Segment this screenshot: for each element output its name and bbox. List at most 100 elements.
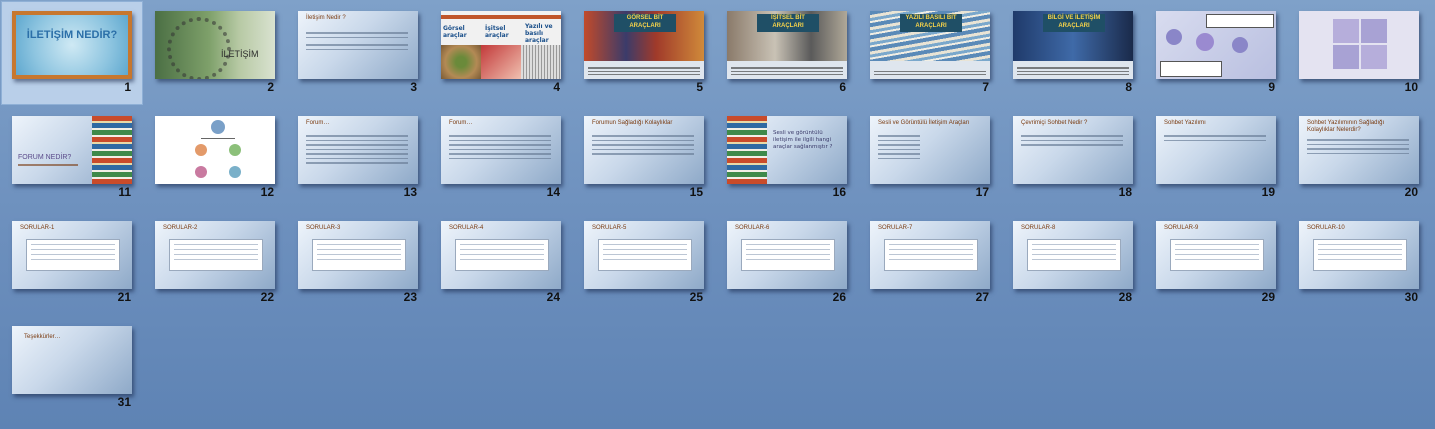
slide-thumbnail[interactable]: YAZILI BASILI BİT ARAÇLARI bbox=[870, 11, 990, 79]
slide-8[interactable]: BİLGİ VE İLETİŞİM ARAÇLARI 8 bbox=[1001, 0, 1144, 104]
quiz-box bbox=[1027, 239, 1121, 271]
slide-number: 18 bbox=[1118, 185, 1132, 199]
slide-number: 13 bbox=[403, 185, 417, 199]
slide-4[interactable]: Görsel araçlar İşitsel araçlar Yazılı ve… bbox=[429, 0, 572, 104]
slide-7[interactable]: YAZILI BASILI BİT ARAÇLARI 7 bbox=[858, 0, 1001, 104]
slide-15[interactable]: Forumun Sağladığı Kolaylıklar 15 bbox=[572, 105, 715, 209]
slide-number: 26 bbox=[832, 290, 846, 304]
slide-27[interactable]: SORULAR-7 27 bbox=[858, 210, 1001, 314]
slide-title: Forumun Sağladığı Kolaylıklar bbox=[592, 120, 673, 126]
text-lines bbox=[306, 29, 408, 53]
slide-thumbnail[interactable]: Sohbet Yazılımının Sağladığı Kolaylıklar… bbox=[1299, 116, 1419, 184]
slide-title: SORULAR-4 bbox=[449, 225, 484, 231]
slide-thumbnail[interactable]: SORULAR-5 bbox=[584, 221, 704, 289]
slide-24[interactable]: SORULAR-4 24 bbox=[429, 210, 572, 314]
slide-number: 17 bbox=[975, 185, 989, 199]
org-chart bbox=[191, 116, 247, 184]
slide-thumbnail[interactable]: SORULAR-1 bbox=[12, 221, 132, 289]
slide-17[interactable]: Sesli ve Görüntülü İletişim Araçları 17 bbox=[858, 105, 1001, 209]
slide-thumbnail[interactable]: Forumun Sağladığı Kolaylıklar bbox=[584, 116, 704, 184]
slide-title: Sohbet Yazılımı bbox=[1164, 120, 1206, 126]
slide-title: İletişim Nedir ? bbox=[306, 15, 346, 21]
slide-thumbnail[interactable]: SORULAR-4 bbox=[441, 221, 561, 289]
slide-3[interactable]: İletişim Nedir ? 3 bbox=[286, 0, 429, 104]
slide-9[interactable]: 9 bbox=[1144, 0, 1287, 104]
slide-12[interactable]: 12 bbox=[143, 105, 286, 209]
slide-number: 27 bbox=[975, 290, 989, 304]
person-icon bbox=[229, 166, 241, 178]
text-lines bbox=[592, 132, 694, 158]
label-print: Yazılı ve basılı araçlar bbox=[525, 23, 553, 44]
slide-10[interactable]: 10 bbox=[1287, 0, 1430, 104]
slide-26[interactable]: SORULAR-6 26 bbox=[715, 210, 858, 314]
slide-thumbnail[interactable]: SORULAR-2 bbox=[155, 221, 275, 289]
slide-title: Sohbet Yazılımının Sağladığı Kolaylıklar… bbox=[1307, 120, 1385, 133]
slide-11[interactable]: FORUM NEDİR? 11 bbox=[0, 105, 143, 209]
slide-6[interactable]: İŞİTSEL BİT ARAÇLARI 6 bbox=[715, 0, 858, 104]
slide-number: 16 bbox=[832, 185, 846, 199]
slide-thumbnail[interactable]: SORULAR-9 bbox=[1156, 221, 1276, 289]
slide-thumbnail[interactable]: Görsel araçlar İşitsel araçlar Yazılı ve… bbox=[441, 11, 561, 79]
slide-number: 3 bbox=[410, 80, 417, 94]
slide-thumbnail[interactable]: SORULAR-6 bbox=[727, 221, 847, 289]
slide-thumbnail[interactable]: İLETİŞİM NEDİR? bbox=[12, 11, 132, 79]
slide-title: Sesli ve Görüntülü İletişim Araçları bbox=[878, 120, 970, 126]
slide-thumbnail[interactable]: SORULAR-7 bbox=[870, 221, 990, 289]
slide-number: 19 bbox=[1261, 185, 1275, 199]
slide-1[interactable]: İLETİŞİM NEDİR? 1 bbox=[0, 0, 143, 105]
slide-number: 20 bbox=[1404, 185, 1418, 199]
slide-22[interactable]: SORULAR-2 22 bbox=[143, 210, 286, 314]
slide-thumbnail[interactable]: Teşekkürler… bbox=[12, 326, 132, 394]
quad bbox=[1333, 45, 1359, 69]
text-lines bbox=[1307, 136, 1409, 157]
book-image bbox=[521, 45, 561, 79]
slide-title: Forum… bbox=[449, 120, 473, 126]
slide-13[interactable]: Forum… 13 bbox=[286, 105, 429, 209]
quiz-box bbox=[1313, 239, 1407, 271]
text-lines bbox=[878, 132, 920, 162]
slide-title: SORULAR-3 bbox=[306, 225, 341, 231]
slide-thumbnail[interactable]: İLETİŞİM bbox=[155, 11, 275, 79]
slide-14[interactable]: Forum… 14 bbox=[429, 105, 572, 209]
slide-16[interactable]: Sesli ve görüntülü iletişim ile ilgili h… bbox=[715, 105, 858, 209]
slide-thumbnail[interactable]: FORUM NEDİR? bbox=[12, 116, 132, 184]
slide-20[interactable]: Sohbet Yazılımının Sağladığı Kolaylıklar… bbox=[1287, 105, 1430, 209]
slide-number: 28 bbox=[1118, 290, 1132, 304]
slide-thumbnail[interactable]: BİLGİ VE İLETİŞİM ARAÇLARI bbox=[1013, 11, 1133, 79]
slide-title: Çevrimiçi Sohbet Nedir ? bbox=[1021, 120, 1088, 126]
node-circle bbox=[1196, 33, 1214, 51]
slide-title: Forum… bbox=[306, 120, 330, 126]
slide-number: 10 bbox=[1404, 80, 1418, 94]
slide-thumbnail[interactable]: Forum… bbox=[441, 116, 561, 184]
slide-number: 7 bbox=[982, 80, 989, 94]
slide-29[interactable]: SORULAR-9 29 bbox=[1144, 210, 1287, 314]
slide-thumbnail[interactable]: SORULAR-10 bbox=[1299, 221, 1419, 289]
slide-21[interactable]: SORULAR-1 21 bbox=[0, 210, 143, 314]
slide-28[interactable]: SORULAR-8 28 bbox=[1001, 210, 1144, 314]
slide-thumbnail[interactable]: Sesli ve görüntülü iletişim ile ilgili h… bbox=[727, 116, 847, 184]
slide-number: 9 bbox=[1268, 80, 1275, 94]
slide-thumbnail[interactable]: Sesli ve Görüntülü İletişim Araçları bbox=[870, 116, 990, 184]
slide-31[interactable]: Teşekkürler… 31 bbox=[0, 315, 143, 419]
slide-thumbnail[interactable]: İletişim Nedir ? bbox=[298, 11, 418, 79]
slide-30[interactable]: SORULAR-10 30 bbox=[1287, 210, 1430, 314]
slide-thumbnail[interactable]: Forum… bbox=[298, 116, 418, 184]
slide-19[interactable]: Sohbet Yazılımı 19 bbox=[1144, 105, 1287, 209]
slide-thumbnail[interactable]: GÖRSEL BİT ARAÇLARI bbox=[584, 11, 704, 79]
slide-thumbnail[interactable]: Çevrimiçi Sohbet Nedir ? bbox=[1013, 116, 1133, 184]
slide-thumbnail[interactable]: İŞİTSEL BİT ARAÇLARI bbox=[727, 11, 847, 79]
slide-thumbnail[interactable] bbox=[1299, 11, 1419, 79]
slide-23[interactable]: SORULAR-3 23 bbox=[286, 210, 429, 314]
slide-18[interactable]: Çevrimiçi Sohbet Nedir ? 18 bbox=[1001, 105, 1144, 209]
slide-thumbnail[interactable]: SORULAR-8 bbox=[1013, 221, 1133, 289]
slide-thumbnail[interactable]: SORULAR-3 bbox=[298, 221, 418, 289]
slide-thumbnail[interactable] bbox=[155, 116, 275, 184]
slide-5[interactable]: GÖRSEL BİT ARAÇLARI 5 bbox=[572, 0, 715, 104]
quad bbox=[1361, 19, 1387, 43]
quiz-box bbox=[312, 239, 406, 271]
slide-2[interactable]: İLETİŞİM 2 bbox=[143, 0, 286, 104]
slide-thumbnail[interactable] bbox=[1156, 11, 1276, 79]
subtitle-line bbox=[18, 164, 78, 166]
slide-25[interactable]: SORULAR-5 25 bbox=[572, 210, 715, 314]
slide-thumbnail[interactable]: Sohbet Yazılımı bbox=[1156, 116, 1276, 184]
